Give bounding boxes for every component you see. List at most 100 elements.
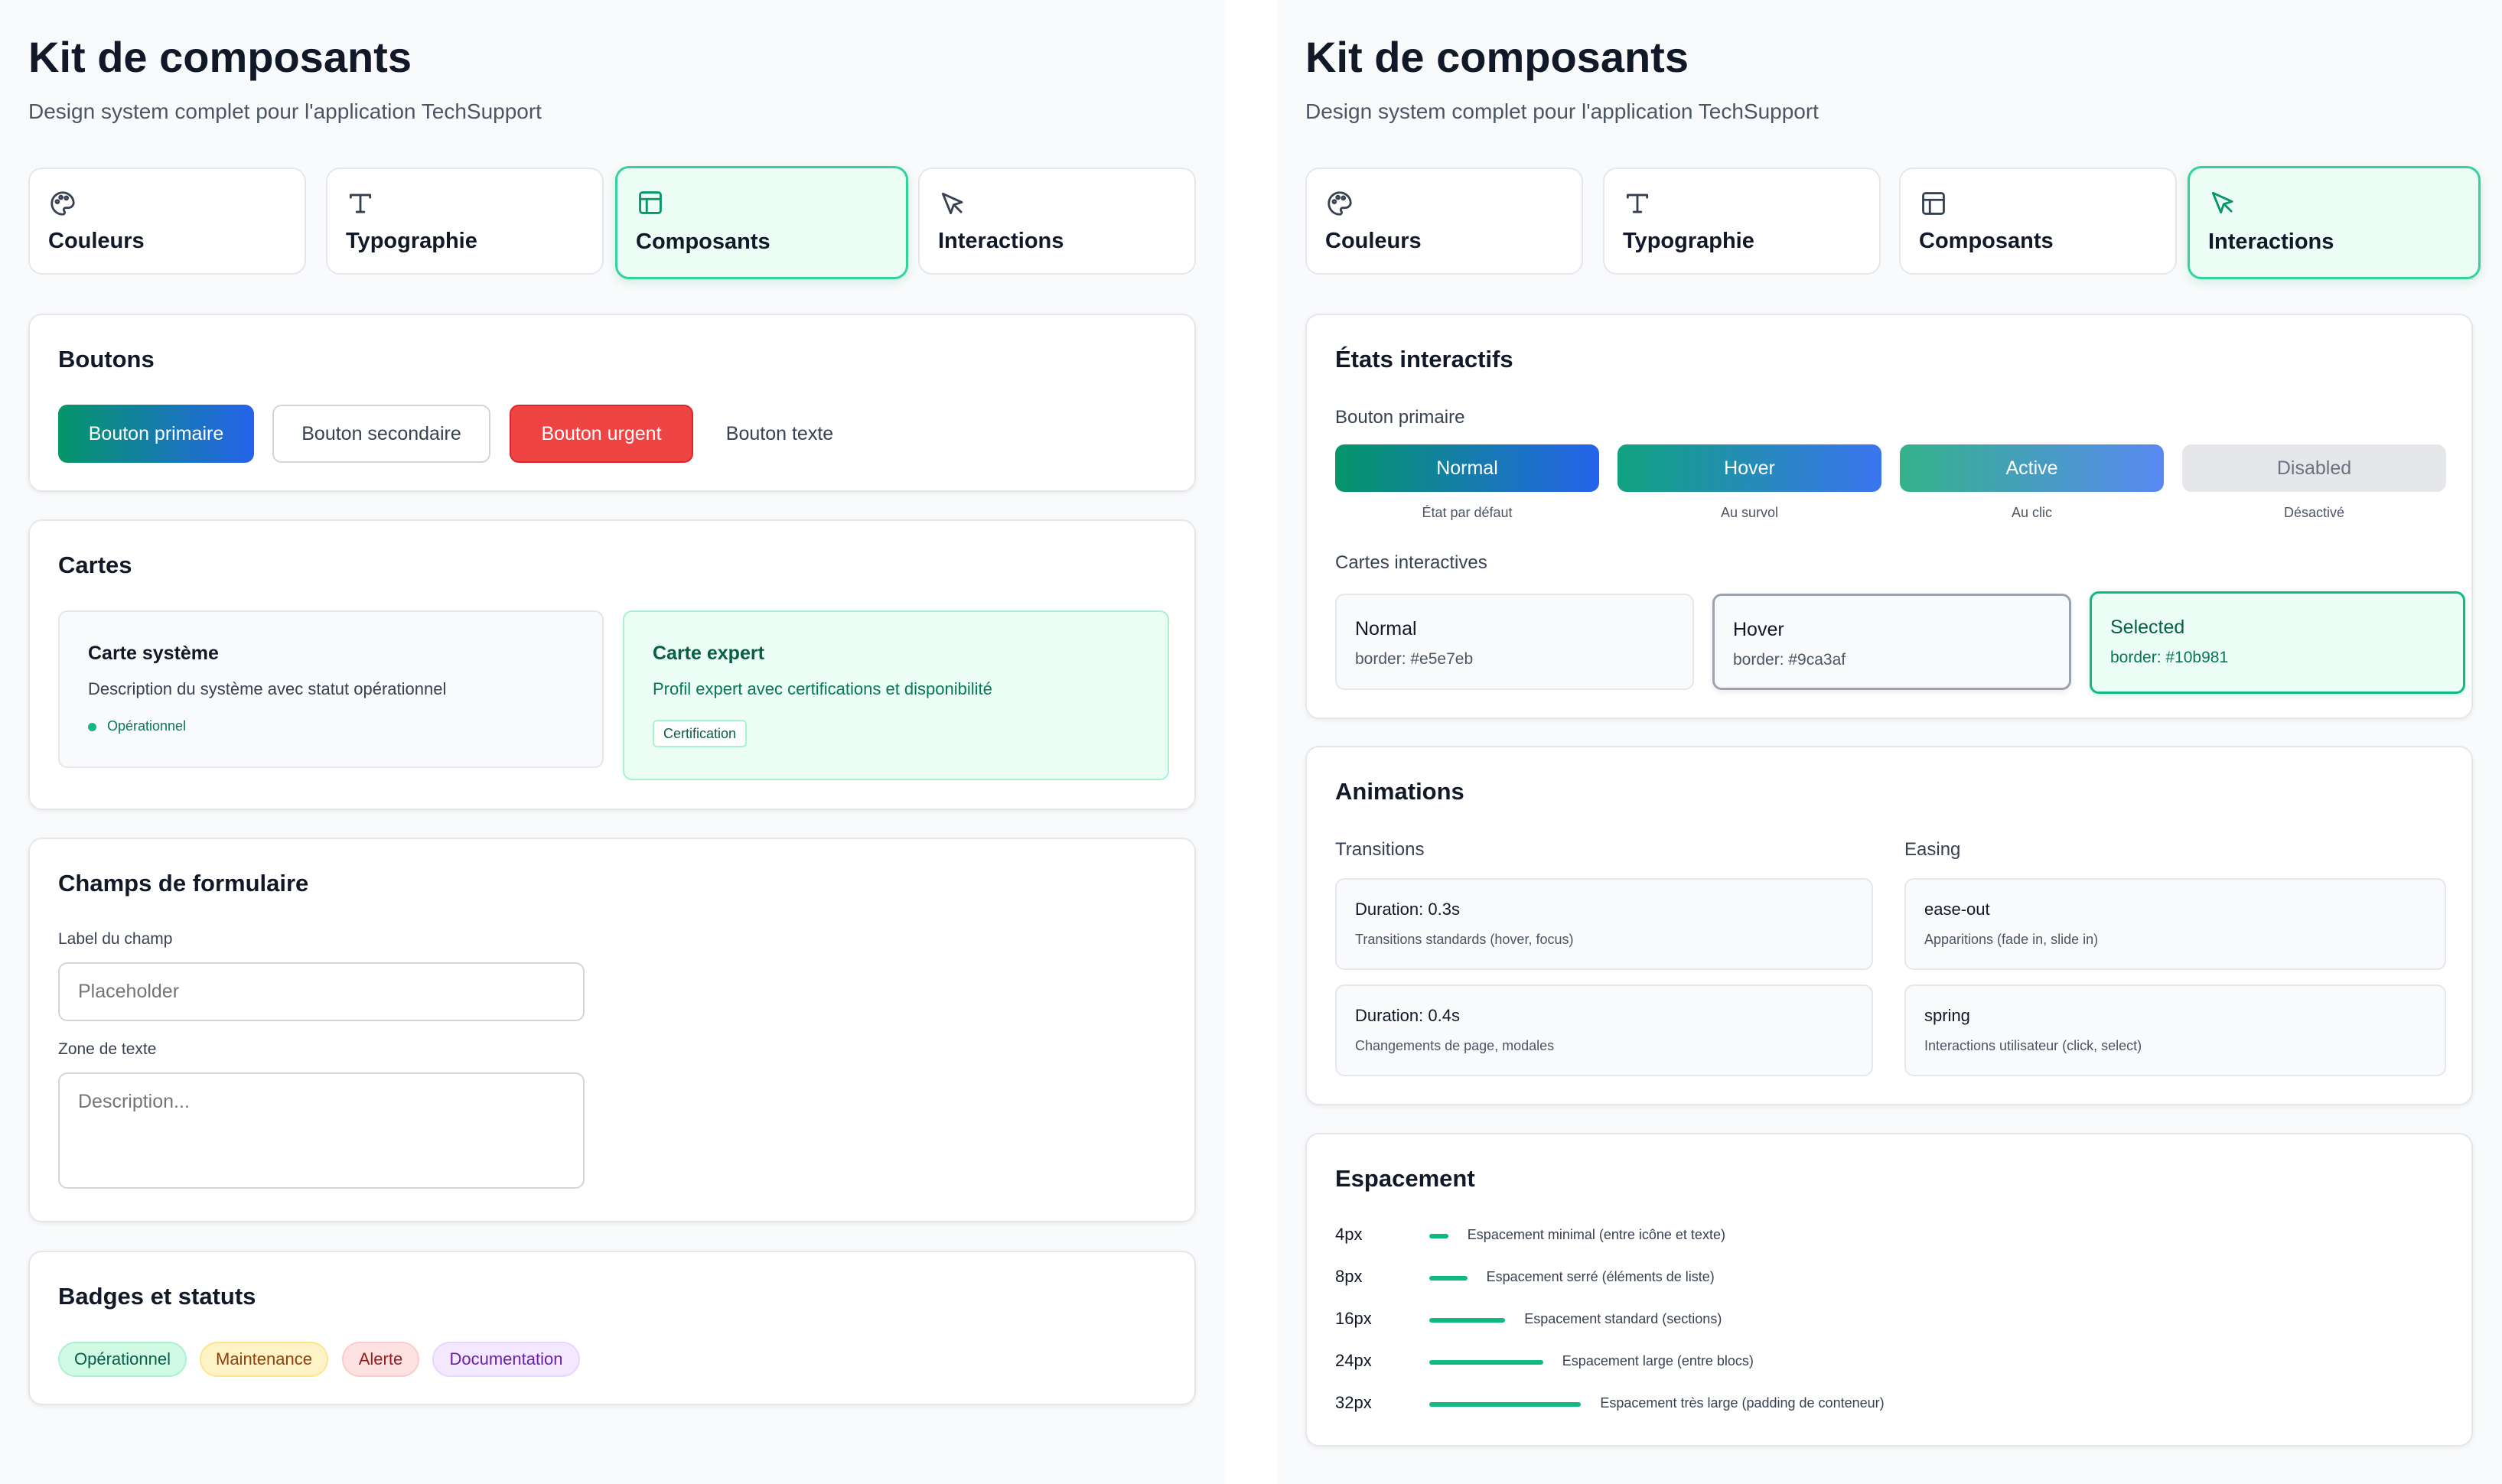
status-dot (88, 723, 96, 731)
type-icon (349, 194, 372, 213)
tab-couleurs[interactable]: Couleurs (28, 168, 306, 275)
spacing-bar (1429, 1234, 1448, 1238)
spacing-desc: Espacement standard (sections) (1524, 1311, 1722, 1326)
interactive-card-border: border: #10b981 (2110, 649, 2229, 666)
certification-tag: Certification (653, 720, 748, 747)
system-card-desc: Description du système avec statut opéra… (88, 679, 447, 698)
page-title: Kit de composants (28, 33, 412, 81)
text-field[interactable] (58, 962, 585, 1021)
spacing-row: 16px Espacement standard (sections) (1335, 1309, 2406, 1332)
spacing-row: 32px Espacement très large (padding de c… (1335, 1393, 2406, 1416)
card-title: Champs de formulaire (58, 870, 309, 897)
description-textarea[interactable] (58, 1072, 585, 1189)
spacing-desc: Espacement large (entre blocs) (1562, 1353, 1754, 1368)
transition-desc: Transitions standards (hover, focus) (1355, 932, 1574, 947)
badge-operational: Opérationnel (58, 1342, 187, 1377)
interactive-card-title: Selected (2110, 617, 2185, 638)
state-button-normal[interactable]: Normal (1335, 444, 1599, 492)
page-subtitle: Design system complet pour l'application… (1305, 99, 1819, 123)
tab-label: Interactions (938, 229, 1064, 253)
tab-bar: Couleurs Typographie Composants Interact… (1305, 166, 2481, 279)
page-subtitle: Design system complet pour l'application… (28, 99, 542, 123)
badges-card: Badges et statuts Opérationnel Maintenan… (28, 1251, 1196, 1405)
page-title: Kit de composants (1305, 33, 1689, 81)
tab-label: Couleurs (1325, 229, 1422, 253)
form-card: Champs de formulaire Label du champ Zone… (28, 838, 1196, 1222)
spacing-row: 8px Espacement serré (éléments de liste) (1335, 1267, 2406, 1290)
card-title: Boutons (58, 346, 155, 373)
type-icon (1626, 194, 1649, 213)
card-title: États interactifs (1335, 346, 1513, 373)
section-label: Transitions (1335, 839, 1425, 860)
transition-title: Duration: 0.4s (1355, 1006, 1460, 1025)
state-button-active[interactable]: Active (1900, 444, 2164, 492)
left-panel: Kit de composants Design system complet … (0, 0, 1225, 1484)
easing-item: ease-out Apparitions (fade in, slide in) (1904, 878, 2446, 970)
palette-icon (1328, 191, 1352, 216)
spacing-label: 16px (1335, 1309, 1372, 1328)
state-caption: Au clic (2011, 505, 2052, 520)
spacing-label: 4px (1335, 1225, 1363, 1244)
tab-label: Composants (1919, 229, 2054, 253)
tab-typographie[interactable]: Typographie (1603, 168, 1881, 275)
transition-desc: Changements de page, modales (1355, 1038, 1555, 1053)
state-button-disabled: Disabled (2182, 444, 2446, 492)
animations-card: Animations Transitions Easing Duration: … (1305, 746, 2473, 1105)
spacing-bar (1429, 1276, 1468, 1281)
spacing-desc: Espacement très large (padding de conten… (1600, 1395, 1885, 1411)
card-title: Animations (1335, 778, 1464, 805)
palette-icon (50, 191, 75, 216)
tab-typographie[interactable]: Typographie (326, 168, 604, 275)
spacing-label: 24px (1335, 1351, 1372, 1370)
transition-item: Duration: 0.3s Transitions standards (ho… (1335, 878, 1873, 970)
interactive-card-hover[interactable]: Hover border: #9ca3af (1712, 594, 2071, 690)
spacing-row: 4px Espacement minimal (entre icône et t… (1335, 1225, 2406, 1248)
buttons-card: Boutons Bouton primaire Bouton secondair… (28, 314, 1196, 492)
tab-interactions[interactable]: Interactions (2188, 166, 2481, 279)
spacing-desc: Espacement minimal (entre icône et texte… (1467, 1227, 1725, 1242)
card-title: Cartes (58, 552, 132, 578)
easing-title: spring (1924, 1006, 1970, 1025)
tab-bar: Couleurs Typographie Composants Interact… (28, 166, 1196, 279)
cursor-icon (2211, 191, 2233, 214)
interactive-card-border: border: #9ca3af (1733, 651, 1846, 669)
tab-couleurs[interactable]: Couleurs (1305, 168, 1583, 275)
interactive-card-selected[interactable]: Selected border: #10b981 (2090, 591, 2465, 694)
state-caption: Au survol (1720, 505, 1779, 520)
transition-item: Duration: 0.4s Changements de page, moda… (1335, 984, 1873, 1076)
tab-label: Composants (636, 229, 770, 254)
expert-card[interactable]: Carte expert Profil expert avec certific… (623, 610, 1169, 780)
cards-card: Cartes Carte système Description du syst… (28, 519, 1196, 810)
tab-label: Couleurs (48, 229, 145, 253)
tab-interactions[interactable]: Interactions (918, 168, 1196, 275)
tab-label: Typographie (346, 229, 477, 253)
spacing-label: 32px (1335, 1393, 1372, 1412)
state-caption: Désactivé (2283, 505, 2345, 520)
system-card[interactable]: Carte système Description du système ave… (58, 610, 604, 768)
badge-maintenance: Maintenance (200, 1342, 328, 1377)
section-label: Cartes interactives (1335, 552, 1487, 573)
secondary-button[interactable]: Bouton secondaire (272, 405, 490, 463)
section-label: Easing (1904, 839, 1961, 860)
urgent-button[interactable]: Bouton urgent (510, 405, 693, 463)
text-button[interactable]: Bouton texte (711, 405, 849, 463)
state-button-hover[interactable]: Hover (1618, 444, 1881, 492)
tab-composants[interactable]: Composants (1899, 168, 2177, 275)
primary-button[interactable]: Bouton primaire (58, 405, 254, 463)
badge-alert: Alerte (342, 1342, 419, 1377)
badge-documentation: Documentation (432, 1342, 580, 1377)
spacing-label: 8px (1335, 1267, 1363, 1286)
spacing-desc: Espacement serré (éléments de liste) (1486, 1269, 1715, 1284)
system-card-title: Carte système (88, 643, 219, 664)
interactive-card-normal[interactable]: Normal border: #e5e7eb (1335, 594, 1694, 690)
easing-item: spring Interactions utilisateur (click, … (1904, 984, 2446, 1076)
easing-title: ease-out (1924, 900, 1990, 919)
spacing-card: Espacement 4px Espacement minimal (entre… (1305, 1133, 2473, 1447)
layout-icon (1922, 192, 1945, 215)
status-text: Opérationnel (107, 718, 187, 734)
card-title: Badges et statuts (58, 1283, 256, 1310)
layout-icon (639, 191, 662, 214)
tab-composants[interactable]: Composants (615, 166, 908, 279)
spacing-bar (1429, 1318, 1506, 1323)
right-panel: Kit de composants Design system complet … (1277, 0, 2502, 1484)
